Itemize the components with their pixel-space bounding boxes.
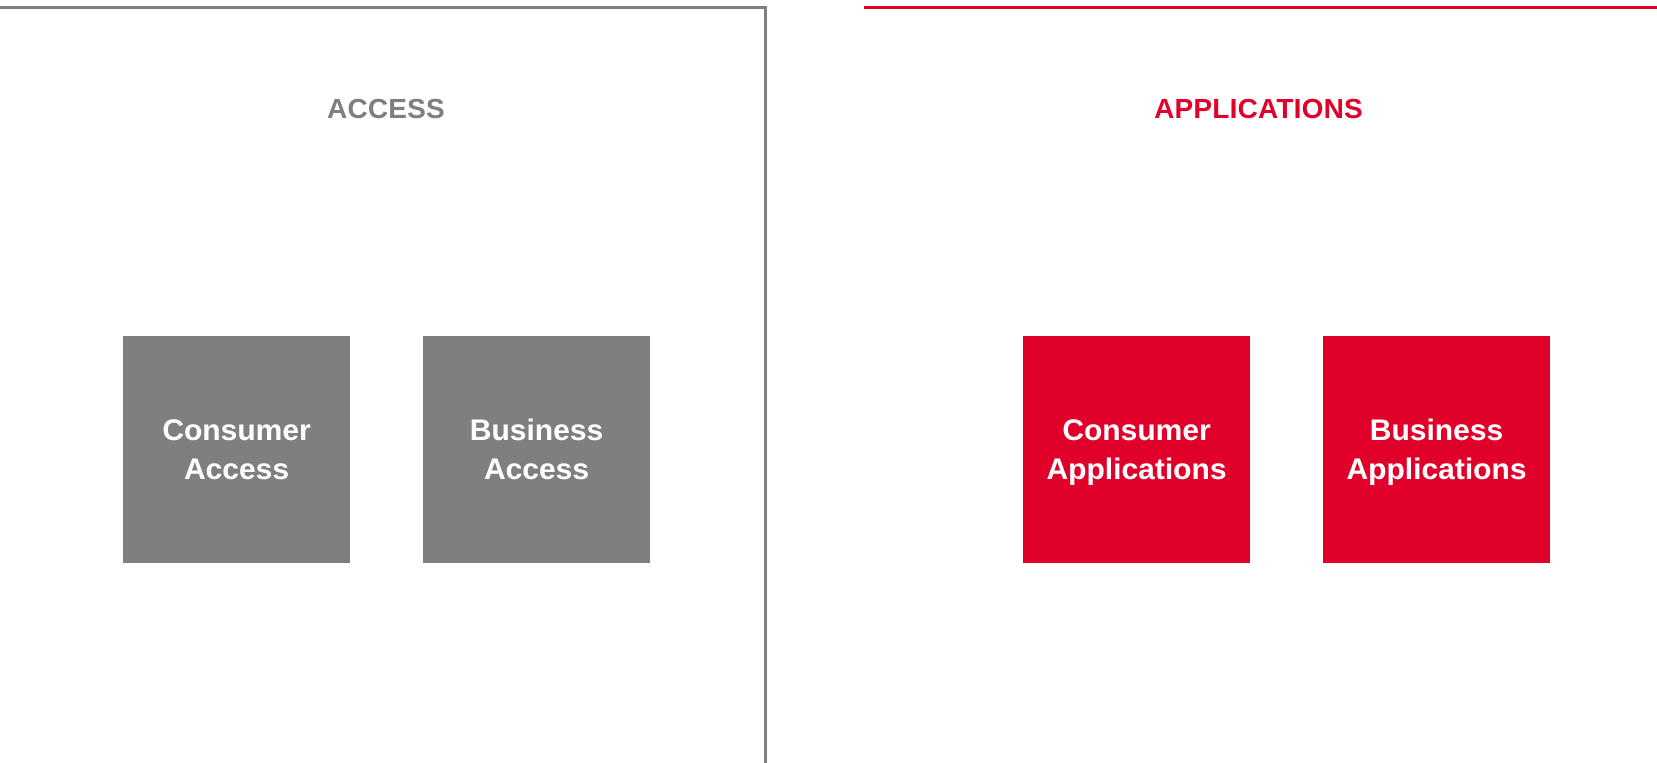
business-applications-box: Business Applications (1323, 336, 1550, 563)
business-applications-label: Business Applications (1346, 411, 1526, 489)
consumer-access-label: Consumer Access (162, 411, 310, 489)
box-label-line: Consumer (1062, 413, 1211, 447)
business-access-box: Business Access (423, 336, 650, 563)
box-label-line: Applications (1046, 452, 1227, 486)
applications-title: APPLICATIONS (1154, 93, 1363, 124)
access-panel: ACCESS Consumer Access Business Access (0, 6, 767, 763)
box-label-line: Access (483, 452, 590, 486)
consumer-applications-box: Consumer Applications (1023, 336, 1250, 563)
box-label-line: Applications (1346, 452, 1527, 486)
diagram-canvas: ACCESS Consumer Access Business Access A… (0, 0, 1657, 763)
box-label-line: Consumer (162, 413, 311, 447)
business-access-label: Business Access (470, 411, 603, 489)
access-title: ACCESS (327, 93, 445, 124)
applications-panel: APPLICATIONS Consumer Applications Busin… (864, 6, 1657, 763)
box-label-line: Business (1369, 413, 1504, 447)
box-label-line: Access (183, 452, 290, 486)
box-label-line: Business (469, 413, 604, 447)
consumer-access-box: Consumer Access (123, 336, 350, 563)
consumer-applications-label: Consumer Applications (1046, 411, 1226, 489)
